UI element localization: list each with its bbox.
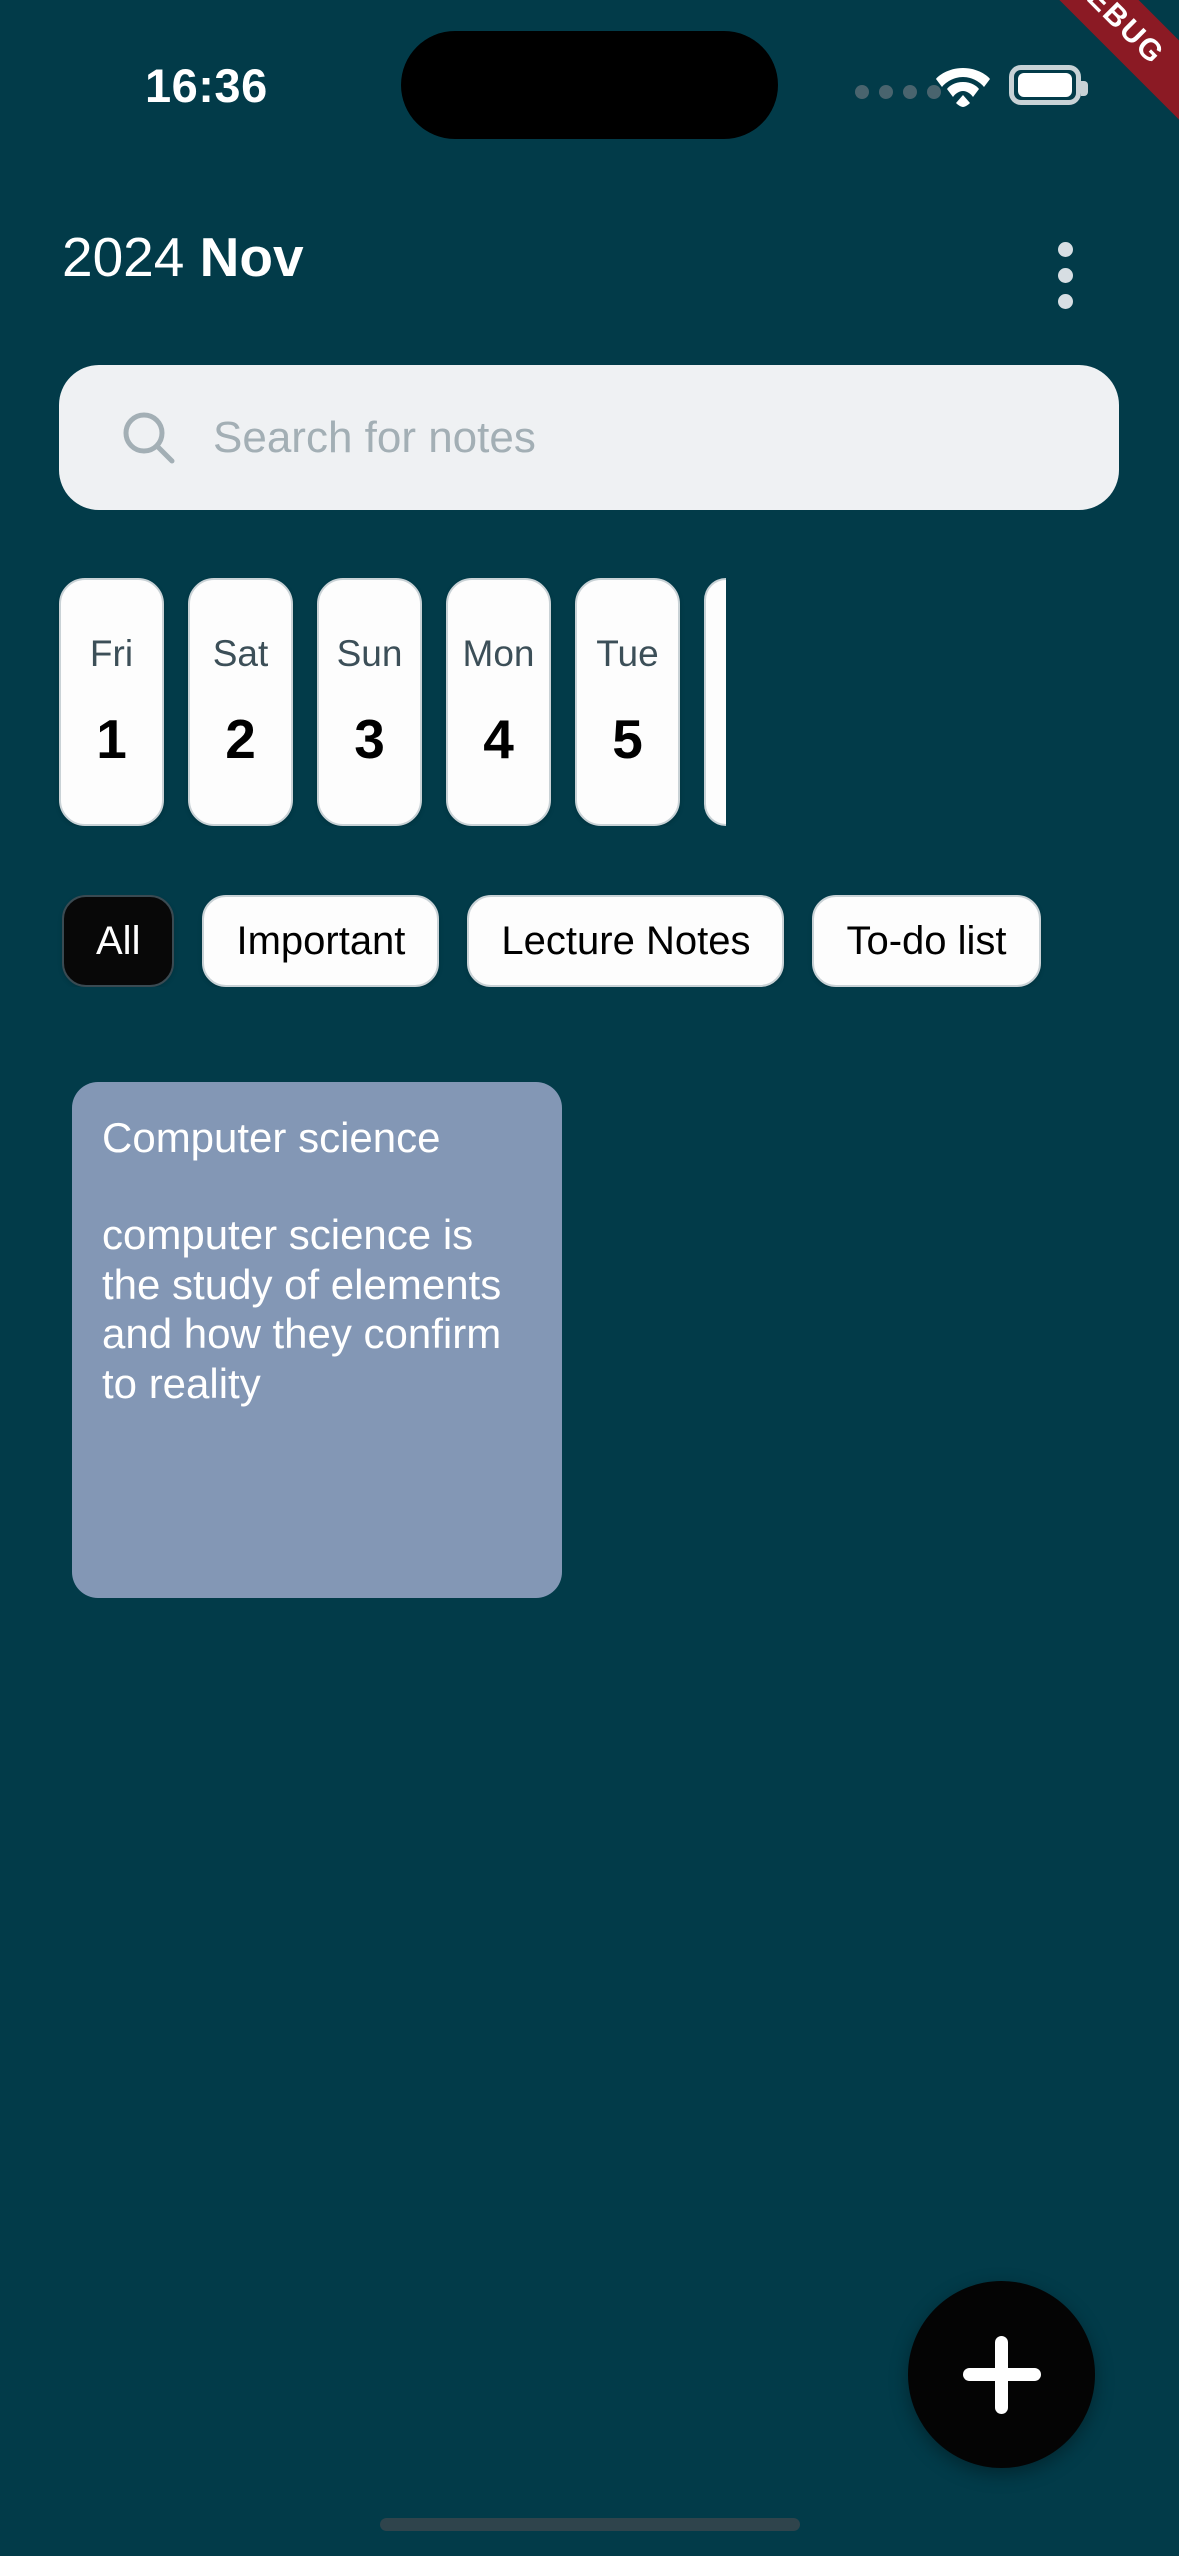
date-card-daynumber: 1	[96, 708, 127, 770]
header: 2024 Nov	[0, 225, 1179, 335]
date-card-daynumber: 4	[483, 708, 514, 770]
date-card-dayname: Sat	[212, 633, 269, 674]
search-input[interactable]	[213, 412, 1033, 463]
date-card-daynumber: 3	[354, 708, 385, 770]
date-card-dayname: Sun	[336, 633, 403, 674]
app-screen: 16:36 DEBUG 2024 Nov Fri 1	[0, 0, 1179, 2556]
filter-chip-important[interactable]: Important	[202, 895, 440, 987]
date-card[interactable]: Sat 2	[188, 578, 293, 826]
note-card[interactable]: Computer science computer science is the …	[72, 1082, 562, 1598]
date-card-dayname: Fri	[89, 633, 134, 674]
filter-chip-lecture-notes[interactable]: Lecture Notes	[467, 895, 785, 987]
filter-chip-row[interactable]: All Important Lecture Notes To-do list	[0, 895, 1179, 987]
dynamic-island	[401, 31, 778, 139]
filter-chip-label: All	[96, 918, 141, 963]
battery-icon	[1009, 65, 1088, 105]
date-card-partial[interactable]	[704, 578, 726, 826]
date-card-dayname: Tue	[596, 633, 659, 674]
filter-chip-label: To-do list	[846, 918, 1007, 963]
note-body: computer science is the study of element…	[102, 1211, 513, 1407]
date-card-dayname: Mon	[462, 633, 535, 674]
search-icon	[123, 412, 175, 463]
date-strip[interactable]: Fri 1 Sat 2 Sun 3 Mon 4 Tue 5	[0, 578, 1179, 826]
page-title-month: Nov	[199, 226, 304, 288]
page-title: 2024 Nov	[62, 225, 304, 289]
filter-chip-to-do-list[interactable]: To-do list	[812, 895, 1041, 987]
status-bar-clock: 16:36	[145, 59, 268, 112]
debug-ribbon-label: DEBUG	[1063, 0, 1171, 72]
date-card[interactable]: Tue 5	[575, 578, 680, 826]
status-bar: 16:36 DEBUG	[0, 0, 1179, 159]
notes-list: Computer science computer science is the …	[0, 1082, 1179, 2182]
date-card[interactable]: Fri 1	[59, 578, 164, 826]
filter-chip-label: Important	[236, 918, 406, 963]
more-vertical-icon[interactable]	[1035, 235, 1095, 315]
date-card-daynumber: 5	[612, 708, 643, 770]
date-card[interactable]: Mon 4	[446, 578, 551, 826]
filter-chip-label: Lecture Notes	[501, 918, 751, 963]
add-note-fab[interactable]	[908, 2281, 1095, 2468]
search-bar[interactable]	[59, 365, 1119, 510]
home-indicator	[379, 2518, 800, 2531]
page-title-year: 2024	[62, 226, 185, 288]
filter-chip-all[interactable]: All	[62, 895, 175, 987]
date-card[interactable]: Sun 3	[317, 578, 422, 826]
date-card-daynumber: 2	[225, 708, 256, 770]
cellular-signal-icon	[855, 85, 941, 99]
note-title: Computer science	[102, 1114, 441, 1161]
wifi-icon	[936, 68, 990, 107]
